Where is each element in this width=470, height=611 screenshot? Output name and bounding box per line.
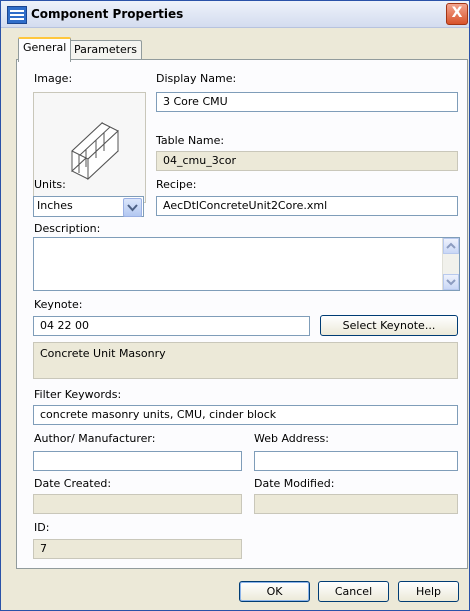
keynote-field[interactable]: 04 22 00	[33, 316, 310, 336]
chevron-down-icon[interactable]	[123, 198, 142, 217]
cancel-button[interactable]: Cancel	[318, 581, 389, 602]
component-properties-icon	[7, 6, 27, 24]
scroll-up-icon[interactable]	[443, 238, 459, 254]
description-scrollbar[interactable]	[442, 238, 459, 290]
image-label: Image:	[34, 72, 73, 85]
table-name-label: Table Name:	[156, 134, 225, 147]
close-icon[interactable]: X	[446, 3, 468, 25]
date-modified-field	[254, 494, 458, 514]
web-address-label: Web Address:	[254, 432, 329, 445]
recipe-field[interactable]: AecDtlConcreteUnit2Core.xml	[156, 196, 458, 216]
units-select[interactable]: Inches	[33, 196, 144, 217]
keynote-label: Keynote:	[34, 298, 83, 311]
display-name-label: Display Name:	[156, 72, 237, 85]
description-label: Description:	[34, 222, 101, 235]
scroll-down-icon[interactable]	[443, 274, 459, 290]
title-bar[interactable]: Component Properties X	[1, 1, 469, 28]
description-field[interactable]	[33, 237, 460, 291]
date-modified-label: Date Modified:	[254, 477, 335, 490]
keynote-text-field: Concrete Unit Masonry	[33, 342, 458, 379]
display-name-field[interactable]: 3 Core CMU	[156, 92, 458, 112]
author-field[interactable]	[33, 451, 242, 471]
date-created-label: Date Created:	[34, 477, 112, 490]
filter-keywords-label: Filter Keywords:	[34, 388, 122, 401]
id-label: ID:	[34, 521, 50, 534]
filter-keywords-field[interactable]: concrete masonry units, CMU, cinder bloc…	[33, 405, 458, 425]
id-field: 7	[33, 539, 242, 559]
tab-general[interactable]: General	[18, 37, 72, 62]
units-value: Inches	[37, 199, 73, 212]
web-address-field[interactable]	[254, 451, 458, 471]
ok-button[interactable]: OK	[239, 581, 310, 602]
recipe-label: Recipe:	[156, 178, 197, 191]
select-keynote-button[interactable]: Select Keynote...	[320, 315, 458, 336]
tab-parameters[interactable]: Parameters	[69, 40, 142, 60]
dialog-window: Component Properties X General Parameter…	[0, 0, 470, 611]
help-button[interactable]: Help	[398, 581, 459, 602]
units-label: Units:	[34, 178, 66, 191]
date-created-field	[33, 494, 242, 514]
table-name-field: 04_cmu_3cor	[156, 151, 458, 171]
author-label: Author/ Manufacturer:	[34, 432, 156, 445]
window-title: Component Properties	[31, 7, 184, 21]
